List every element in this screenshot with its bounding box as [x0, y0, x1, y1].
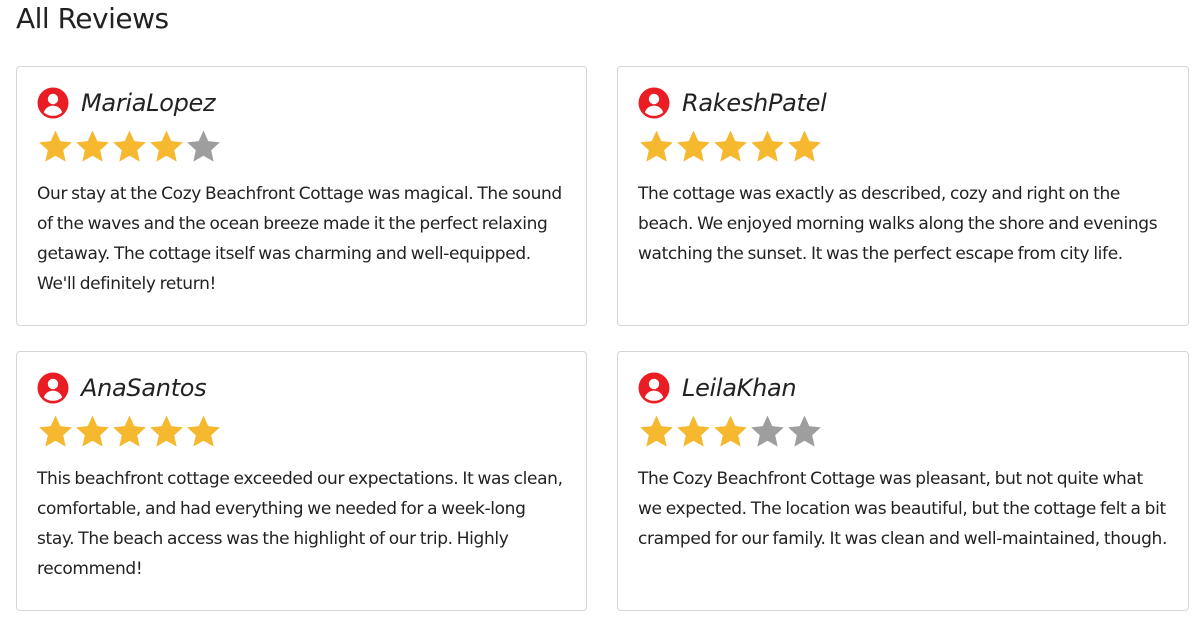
review-text: The cottage was exactly as described, co…: [638, 184, 1158, 264]
review-card: LeilaKhan The Cozy Beachfront Cottage wa…: [617, 351, 1189, 611]
reviews-grid: MariaLopez Our stay at the Cozy Beachfro…: [16, 66, 1189, 611]
review-header: LeilaKhan: [638, 372, 1168, 404]
user-circle-icon: [37, 372, 69, 404]
review-text: The Cozy Beachfront Cottage was pleasant…: [638, 469, 1168, 549]
review-header: RakeshPatel: [638, 87, 1168, 119]
star-filled-icon: [187, 414, 220, 447]
user-circle-icon: [638, 87, 670, 119]
reviewer-name: MariaLopez: [81, 89, 216, 117]
review-card: RakeshPatel The cottage was exactly as d…: [617, 66, 1189, 326]
star-filled-icon: [113, 414, 146, 447]
star-rating: [37, 412, 566, 450]
review-header: MariaLopez: [37, 87, 566, 119]
review-text: Our stay at the Cozy Beachfront Cottage …: [37, 184, 562, 294]
star-filled-icon: [788, 129, 821, 162]
star-filled-icon: [150, 414, 183, 447]
star-filled-icon: [640, 414, 673, 447]
star-empty-icon: [187, 129, 220, 162]
star-filled-icon: [150, 129, 183, 162]
star-filled-icon: [751, 129, 784, 162]
star-rating: [37, 127, 566, 165]
reviewer-name: LeilaKhan: [682, 374, 797, 402]
review-header: AnaSantos: [37, 372, 566, 404]
user-circle-icon: [638, 372, 670, 404]
star-empty-icon: [788, 414, 821, 447]
star-filled-icon: [640, 129, 673, 162]
user-circle-icon: [37, 87, 69, 119]
star-rating: [638, 127, 1168, 165]
star-filled-icon: [714, 129, 747, 162]
reviewer-name: RakeshPatel: [682, 89, 827, 117]
star-rating: [638, 412, 1168, 450]
review-card: MariaLopez Our stay at the Cozy Beachfro…: [16, 66, 587, 326]
star-filled-icon: [113, 129, 146, 162]
star-filled-icon: [677, 129, 710, 162]
star-filled-icon: [76, 414, 109, 447]
star-filled-icon: [714, 414, 747, 447]
star-filled-icon: [39, 414, 72, 447]
star-filled-icon: [76, 129, 109, 162]
star-filled-icon: [39, 129, 72, 162]
star-filled-icon: [677, 414, 710, 447]
review-card: AnaSantos This beachfront cottage exceed…: [16, 351, 587, 611]
review-text: This beachfront cottage exceeded our exp…: [37, 469, 563, 579]
reviewer-name: AnaSantos: [81, 374, 207, 402]
star-empty-icon: [751, 414, 784, 447]
section-title: All Reviews: [16, 2, 169, 35]
